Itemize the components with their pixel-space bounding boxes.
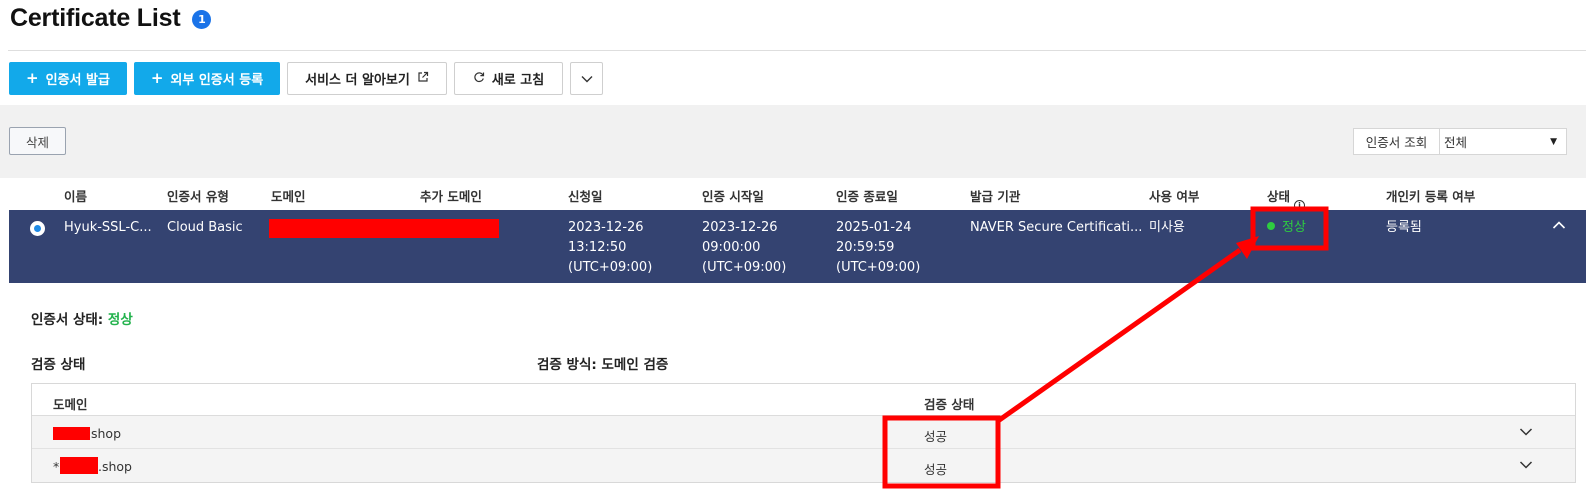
redacted-domain [60,457,98,474]
end-date-tz: (UTC+09:00) [836,260,921,275]
cert-type: Cloud Basic [167,220,243,235]
verification-row[interactable]: * .shop 성공 [32,449,1575,482]
private-key-status: 등록됨 [1386,220,1422,235]
filter-label: 인증서 조회 [1354,129,1440,154]
register-external-button[interactable]: + 외부 인증서 등록 [134,62,280,95]
verification-row[interactable]: shop 성공 [32,416,1575,449]
verification-method: 검증 방식: 도메인 검증 [537,357,669,373]
issue-certificate-button[interactable]: + 인증서 발급 [9,62,127,95]
redacted-domain [53,427,90,440]
verification-header-domain: 도메인 [53,397,88,412]
header-name: 이름 [64,189,88,204]
status-dot-icon [1267,222,1275,230]
request-date-time: 13:12:50 [568,240,627,255]
chevron-down-icon[interactable] [1519,427,1533,437]
header-start-date: 인증 시작일 [702,189,764,204]
certificate-status-value: 정상 [107,312,133,328]
page-title: Certificate List [10,3,181,32]
verification-table: 도메인 검증 상태 shop 성공 * .shop 성공 [31,383,1576,483]
header-type: 인증서 유형 [167,189,229,204]
certificate-status: 인증서 상태: 정상 [31,308,133,328]
verification-title: 검증 상태 [31,357,86,373]
refresh-button[interactable]: 새로 고침 [454,62,563,95]
divider [8,50,1586,51]
filter-select[interactable]: 전체 ▼ [1440,129,1566,154]
end-date: 2025-01-24 20:59:59 (UTC+09:00) [836,218,920,278]
certificate-table-header: 이름 인증서 유형 도메인 추가 도메인 신청일 인증 시작일 인증 종료일 발… [9,178,1586,211]
end-date-day: 2025-01-24 [836,220,912,235]
chevron-up-icon[interactable] [1552,218,1566,232]
title-row: Certificate List 1 [10,0,212,36]
header-domain: 도메인 [271,189,306,204]
learn-more-button[interactable]: 서비스 더 알아보기 [287,62,447,95]
refresh-icon [473,71,485,86]
header-usage: 사용 여부 [1149,189,1200,204]
header-status-label: 상태 [1267,189,1291,204]
external-link-icon [417,71,429,86]
start-date: 2023-12-26 09:00:00 (UTC+09:00) [702,218,786,278]
row-radio-button[interactable] [30,221,45,236]
learn-more-label: 서비스 더 알아보기 [305,73,410,88]
plus-icon: + [26,69,39,87]
header-end-date: 인증 종료일 [836,189,898,204]
verification-status: 성공 [924,429,948,444]
redacted-domain [269,219,499,238]
refresh-label: 새로 고침 [491,73,545,88]
end-date-time: 20:59:59 [836,240,895,255]
request-date-tz: (UTC+09:00) [568,260,653,275]
request-date: 2023-12-26 13:12:50 (UTC+09:00) [568,218,652,278]
status-badge: 정상 [1267,218,1306,238]
issue-certificate-label: 인증서 발급 [45,73,110,88]
verification-domain: shop [91,426,122,441]
delete-button[interactable]: 삭제 [9,127,66,155]
start-date-day: 2023-12-26 [702,220,778,235]
header-issuer: 발급 기관 [970,189,1021,204]
verification-header-status: 검증 상태 [924,397,975,412]
verification-domain: .shop [98,459,132,474]
more-dropdown-button[interactable] [570,62,603,95]
filter-select-value: 전체 [1444,135,1468,150]
cert-name: Hyuk-SSL-C... [64,220,152,235]
request-date-day: 2023-12-26 [568,220,644,235]
certificate-row[interactable]: Hyuk-SSL-C... Cloud Basic 2023-12-26 13:… [9,210,1586,283]
usage: 미사용 [1149,220,1185,235]
register-external-label: 외부 인증서 등록 [170,73,264,88]
header-extra-domain: 추가 도메인 [420,189,482,204]
certificate-detail-panel: 인증서 상태: 정상 검증 상태 검증 방식: 도메인 검증 도메인 검증 상태… [9,283,1586,497]
header-status: 상태i [1267,186,1306,211]
count-badge: 1 [192,9,212,29]
verification-table-header: 도메인 검증 상태 [32,384,1575,416]
issuer: NAVER Secure Certificati... [970,220,1143,235]
filter-bar [0,105,1586,178]
verification-status: 성공 [924,462,948,477]
caret-down-icon: ▼ [1550,136,1557,147]
header-private-key: 개인키 등록 여부 [1386,189,1476,204]
chevron-down-icon[interactable] [1519,460,1533,470]
chevron-down-icon [581,75,592,82]
header-request-date: 신청일 [568,189,603,204]
plus-icon: + [150,69,164,87]
certificate-filter: 인증서 조회 전체 ▼ [1353,128,1567,155]
start-date-tz: (UTC+09:00) [702,260,787,275]
wildcard-prefix: * [53,459,60,474]
start-date-time: 09:00:00 [702,240,761,255]
status-text: 정상 [1282,220,1306,235]
certificate-status-label: 인증서 상태: [31,312,104,328]
toolbar: + 인증서 발급 + 외부 인증서 등록 서비스 더 알아보기 새로 고침 [9,62,603,95]
